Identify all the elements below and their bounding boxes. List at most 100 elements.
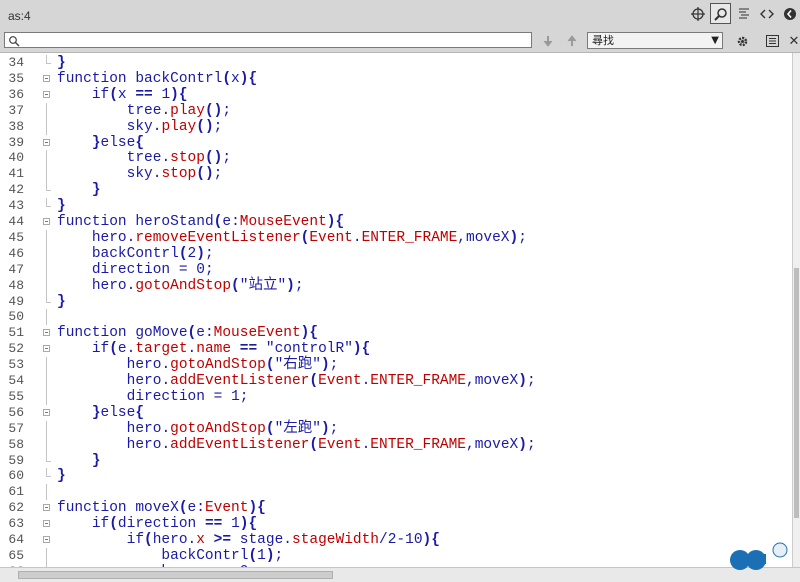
code-line[interactable]: 40 tree.stop(); bbox=[0, 150, 792, 167]
fold-toggle-icon[interactable] bbox=[43, 536, 50, 543]
code-line[interactable]: 62 function moveX(e:Event){ bbox=[0, 500, 792, 516]
find-next-down-icon[interactable] bbox=[540, 33, 556, 49]
fold-toggle-icon[interactable] bbox=[43, 90, 50, 98]
code-line[interactable]: 61 bbox=[0, 484, 792, 501]
search-input[interactable] bbox=[4, 32, 532, 48]
code-text: if(e.target.name == "controlR"){ bbox=[91, 341, 371, 358]
fold-guide bbox=[46, 102, 47, 119]
code-line[interactable]: 44 function heroStand(e:MouseEvent){ bbox=[0, 214, 792, 230]
panel-title: as:4 bbox=[8, 9, 31, 23]
fold-end-marker bbox=[46, 476, 51, 478]
code-line[interactable]: 60} bbox=[0, 468, 792, 484]
code-line[interactable]: 45 hero.removeEventListener(Event.ENTER_… bbox=[0, 229, 792, 246]
code-text: if(direction == 1){ bbox=[91, 516, 258, 533]
fold-end-marker bbox=[46, 63, 51, 64]
line-number: 63 bbox=[8, 516, 24, 532]
code-text: function heroStand(e:MouseEvent){ bbox=[57, 214, 345, 230]
code-text: function moveX(e:Event){ bbox=[57, 500, 266, 517]
code-text: backContrl(2); bbox=[91, 245, 214, 262]
code-text: if(x == 1){ bbox=[91, 86, 188, 103]
line-number: 44 bbox=[8, 214, 24, 229]
code-hint-icon[interactable] bbox=[756, 3, 777, 24]
line-number: 37 bbox=[8, 102, 24, 118]
line-number: 49 bbox=[8, 293, 24, 309]
line-number: 45 bbox=[8, 229, 24, 245]
code-line[interactable]: 46 backContrl(2); bbox=[0, 245, 792, 262]
fold-guide bbox=[46, 229, 47, 246]
fold-toggle-icon[interactable] bbox=[43, 74, 50, 82]
horizontal-scroll-thumb[interactable] bbox=[18, 571, 333, 579]
code-text: } bbox=[57, 468, 66, 485]
code-line[interactable]: 50 bbox=[0, 309, 792, 326]
code-line[interactable]: 58 hero.addEventListener(Event.ENTER_FRA… bbox=[0, 436, 792, 453]
fold-toggle-icon[interactable] bbox=[43, 504, 50, 512]
fold-guide bbox=[46, 420, 47, 437]
fold-guide bbox=[46, 118, 47, 135]
code-line[interactable]: 41 sky.stop(); bbox=[0, 166, 792, 183]
code-line[interactable]: 39 }else{ bbox=[0, 135, 792, 151]
fold-guide bbox=[46, 182, 47, 191]
fold-end-marker bbox=[46, 460, 51, 462]
code-line[interactable]: 65 backContrl(1); bbox=[0, 547, 792, 564]
find-prev-up-icon[interactable] bbox=[564, 33, 580, 49]
code-text: } bbox=[57, 293, 66, 310]
target-icon[interactable] bbox=[687, 3, 708, 24]
line-number: 39 bbox=[8, 134, 24, 150]
line-number: 60 bbox=[8, 468, 24, 484]
horizontal-scrollbar[interactable] bbox=[0, 567, 800, 582]
code-text: function goMove(e:MouseEvent){ bbox=[57, 325, 319, 342]
format-icon[interactable] bbox=[733, 3, 754, 24]
line-number: 34 bbox=[8, 55, 24, 70]
line-number: 38 bbox=[8, 118, 24, 134]
line-number: 48 bbox=[8, 277, 24, 293]
line-number: 64 bbox=[8, 532, 24, 547]
toolbar bbox=[687, 3, 800, 24]
fold-toggle-icon[interactable] bbox=[43, 408, 50, 416]
vertical-scroll-thumb[interactable] bbox=[794, 268, 799, 518]
code-text: }else{ bbox=[91, 134, 145, 151]
code-line[interactable]: 51 function goMove(e:MouseEvent){ bbox=[0, 325, 792, 341]
code-line[interactable]: 56 }else{ bbox=[0, 405, 792, 421]
find-icon[interactable] bbox=[710, 3, 731, 24]
fold-toggle-icon[interactable] bbox=[43, 218, 50, 225]
code-line[interactable]: 48 hero.gotoAndStop("站立"); bbox=[0, 277, 792, 294]
code-text: } bbox=[57, 198, 66, 215]
vertical-scrollbar[interactable] bbox=[792, 53, 800, 567]
code-line[interactable]: 43} bbox=[0, 198, 792, 214]
code-line[interactable]: 63 if(direction == 1){ bbox=[0, 516, 792, 532]
code-line[interactable]: 42 } bbox=[0, 182, 792, 198]
code-line[interactable]: 57 hero.gotoAndStop("左跑"); bbox=[0, 420, 792, 437]
line-number: 52 bbox=[8, 341, 24, 357]
code-line[interactable]: 37 tree.play(); bbox=[0, 102, 792, 119]
code-line[interactable]: 47 direction = 0; bbox=[0, 261, 792, 278]
code-line[interactable]: 38 sky.play(); bbox=[0, 118, 792, 135]
code-line[interactable]: 64 if(hero.x >= stage.stageWidth/2-10){ bbox=[0, 532, 792, 548]
line-number: 40 bbox=[8, 150, 24, 166]
code-line[interactable]: 53 hero.gotoAndStop("右跑"); bbox=[0, 357, 792, 374]
code-line[interactable]: 36 if(x == 1){ bbox=[0, 87, 792, 103]
fold-guide bbox=[46, 547, 47, 564]
gear-icon[interactable] bbox=[734, 33, 750, 49]
find-bar: 尋找 ▼ ✕ bbox=[0, 30, 800, 53]
fold-guide bbox=[46, 373, 47, 389]
code-text: tree.play(); bbox=[126, 102, 232, 119]
code-editor[interactable]: 34} 35 function backContrl(x){36 if(x == 1… bbox=[0, 53, 792, 567]
code-text: hero.addEventListener(Event.ENTER_FRAME,… bbox=[126, 373, 536, 389]
code-line[interactable]: 55 direction = 1; bbox=[0, 388, 792, 405]
find-mode-select[interactable]: 尋找 ▼ bbox=[587, 32, 723, 49]
code-text: sky.play(); bbox=[126, 118, 223, 135]
code-line[interactable]: 59 } bbox=[0, 452, 792, 469]
fold-toggle-icon[interactable] bbox=[43, 138, 50, 146]
fold-guide bbox=[46, 198, 47, 207]
code-line[interactable]: 49} bbox=[0, 293, 792, 310]
code-line[interactable]: 54 hero.addEventListener(Event.ENTER_FRA… bbox=[0, 373, 792, 389]
code-line[interactable]: 52 if(e.target.name == "controlR"){ bbox=[0, 341, 792, 357]
fold-toggle-icon[interactable] bbox=[43, 329, 50, 337]
close-icon[interactable]: ✕ bbox=[786, 33, 800, 49]
fold-toggle-icon[interactable] bbox=[43, 345, 50, 353]
code-line[interactable]: 34} bbox=[0, 55, 792, 71]
fold-toggle-icon[interactable] bbox=[43, 520, 50, 528]
options-list-icon[interactable] bbox=[764, 33, 780, 49]
collapse-icon[interactable] bbox=[779, 3, 800, 24]
code-line[interactable]: 35 function backContrl(x){ bbox=[0, 71, 792, 87]
